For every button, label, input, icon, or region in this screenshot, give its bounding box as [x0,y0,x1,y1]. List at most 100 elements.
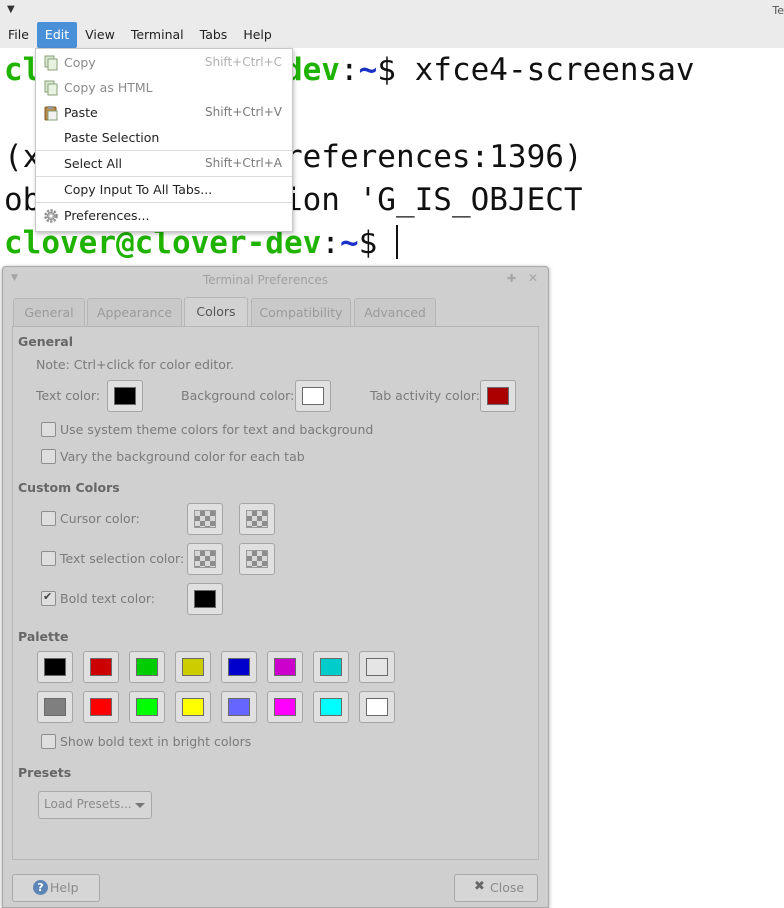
bold-text-color-button[interactable] [187,583,223,615]
menubar: File Edit View Terminal Tabs Help [0,22,784,48]
checker-fill [194,550,216,568]
menu-tabs[interactable]: Tabs [192,22,236,48]
bold-text-color-label[interactable]: Bold text color: [60,591,155,606]
palette-color-3-button[interactable] [175,651,211,683]
tab-activity-color-label: Tab activity color: [370,388,480,403]
tab-general[interactable]: General [13,298,85,327]
palette-color-fill [320,658,342,676]
cursor-foreground-color-button[interactable] [187,503,223,535]
terminal-cursor [395,225,398,259]
menu-help[interactable]: Help [235,22,280,48]
text-selection-color-checkbox[interactable] [41,551,56,566]
palette-color-1-button[interactable] [83,651,119,683]
background-color-fill [302,387,324,405]
palette-color-fill [136,658,158,676]
palette-color-11-button[interactable] [175,691,211,723]
tab-activity-color-button[interactable] [480,380,516,412]
load-presets-combo[interactable]: Load Presets... [38,791,152,819]
palette-color-fill [366,658,388,676]
palette-color-7-button[interactable] [359,651,395,683]
window-titlebar: ▼ Te [0,0,784,22]
use-system-theme-label[interactable]: Use system theme colors for text and bac… [60,422,373,437]
menu-file[interactable]: File [0,22,37,48]
cursor-color-label[interactable]: Cursor color: [60,511,140,526]
menu-item-copy-input-all-tabs[interactable]: Copy Input To All Tabs... [36,178,292,202]
selection-background-color-button[interactable] [239,543,275,575]
close-button-label: Close [490,880,525,895]
cursor-color-checkbox[interactable] [41,511,56,526]
tab-advanced[interactable]: Advanced [354,298,436,327]
cursor-background-color-button[interactable] [239,503,275,535]
menu-edit[interactable]: Edit [36,22,78,48]
palette-color-fill [182,658,204,676]
bold-text-color-checkbox[interactable] [41,590,56,606]
close-icon[interactable]: ✕ [528,271,538,285]
chevron-down-icon [135,803,145,808]
menu-item-paste[interactable]: Paste Shift+Ctrl+V [36,101,292,125]
palette-color-14-button[interactable] [313,691,349,723]
menu-separator [36,176,292,177]
text-color-fill [114,387,136,405]
tab-colors[interactable]: Colors [184,297,248,328]
window-menu-icon[interactable]: ▼ [7,4,15,15]
checker-fill [246,510,268,528]
palette-color-fill [228,658,250,676]
tab-compatibility[interactable]: Compatibility [251,298,351,327]
menu-item-paste-selection[interactable]: Paste Selection [36,126,292,150]
palette-color-2-button[interactable] [129,651,165,683]
load-presets-label: Load Presets... [44,797,132,811]
palette-color-fill [136,698,158,716]
show-bold-bright-checkbox[interactable] [41,734,56,749]
menu-separator [36,202,292,203]
section-palette-heading: Palette [18,629,69,644]
paste-icon [44,106,58,121]
palette-color-15-button[interactable] [359,691,395,723]
copy-icon [44,55,58,71]
palette-color-fill [182,698,204,716]
help-button-label: Help [50,880,79,895]
menu-terminal[interactable]: Terminal [123,22,192,48]
section-presets-heading: Presets [18,765,72,780]
selection-foreground-color-button[interactable] [187,543,223,575]
vary-background-label[interactable]: Vary the background color for each tab [60,449,305,464]
menu-view[interactable]: View [77,22,123,48]
palette-color-fill [274,698,296,716]
palette-color-fill [320,698,342,716]
menu-item-select-all[interactable]: Select All Shift+Ctrl+A [36,152,292,176]
palette-color-fill [90,658,112,676]
vary-background-checkbox[interactable] [41,449,56,464]
menu-item-copy[interactable]: Copy Shift+Ctrl+C [36,51,292,75]
close-button[interactable]: ✖ Close [454,874,538,902]
checker-fill [246,550,268,568]
show-bold-bright-label[interactable]: Show bold text in bright colors [60,734,251,749]
palette-color-6-button[interactable] [313,651,349,683]
palette-color-4-button[interactable] [221,651,257,683]
menu-separator [36,150,292,151]
gear-icon [44,209,58,223]
maximize-icon[interactable]: ✚ [507,272,516,285]
palette-color-5-button[interactable] [267,651,303,683]
edit-menu-dropdown: Copy Shift+Ctrl+C Copy as HTML Paste Shi… [35,48,293,232]
palette-color-12-button[interactable] [221,691,257,723]
help-button[interactable]: ? Help [12,874,100,902]
palette-color-fill [44,658,66,676]
text-selection-color-label[interactable]: Text selection color: [60,551,184,566]
text-color-label: Text color: [36,388,101,403]
tab-activity-color-fill [487,387,509,405]
background-color-button[interactable] [295,380,331,412]
close-x-icon: ✖ [474,879,485,894]
palette-color-0-button[interactable] [37,651,73,683]
palette-color-8-button[interactable] [37,691,73,723]
color-editor-note: Note: Ctrl+click for color editor. [36,357,234,372]
menu-item-copy-as-html[interactable]: Copy as HTML [36,76,292,100]
checker-fill [194,510,216,528]
menu-item-preferences[interactable]: Preferences... [36,204,292,228]
text-color-button[interactable] [107,380,143,412]
dialog-titlebar: ▼ Terminal Preferences ✚ ✕ [3,267,548,293]
palette-color-13-button[interactable] [267,691,303,723]
use-system-theme-checkbox[interactable] [41,422,56,437]
tab-appearance[interactable]: Appearance [87,298,182,327]
dialog-title: Terminal Preferences [202,273,329,287]
palette-color-9-button[interactable] [83,691,119,723]
palette-color-10-button[interactable] [129,691,165,723]
